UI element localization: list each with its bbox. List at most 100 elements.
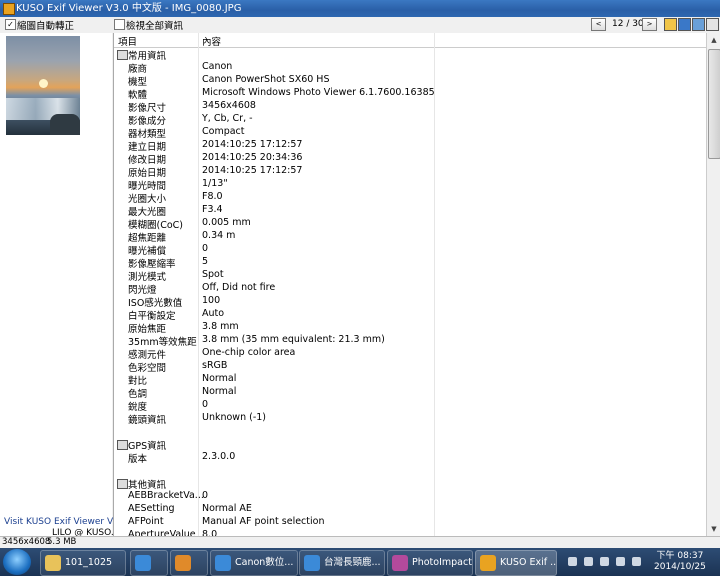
row-key: AFPoint <box>128 516 164 527</box>
thumbnail-panel: Visit KUSO Exif Viewer V3.0 LILO @ KUSO.… <box>0 33 127 538</box>
taskbar-media-pinned[interactable] <box>170 550 208 576</box>
table-row[interactable]: 最大光圈 F3.4 <box>114 204 707 218</box>
table-row[interactable]: 35mm等效焦距 3.8 mm (35 mm equivalent: 21.3 m… <box>114 334 707 348</box>
table-row[interactable]: 建立日期 2014:10:25 17:12:57 <box>114 139 707 153</box>
taskbar-item-folder[interactable]: 101_1025 <box>40 550 126 576</box>
table-row[interactable]: 修改日期 2014:10:25 20:34:36 <box>114 152 707 166</box>
table-row[interactable]: 白平衡設定 Auto <box>114 308 707 322</box>
network-icon[interactable] <box>600 557 609 566</box>
table-row[interactable]: 模糊圈(CoC) 0.005 mm <box>114 217 707 231</box>
taskbar-ie-pinned[interactable] <box>130 550 168 576</box>
scroll-down-icon[interactable]: ▼ <box>707 522 720 536</box>
start-button[interactable] <box>3 549 31 575</box>
table-row[interactable]: 機型 Canon PowerShot SX60 HS <box>114 74 707 88</box>
table-row[interactable]: 原始焦距 3.8 mm <box>114 321 707 335</box>
flag-icon[interactable] <box>584 557 593 566</box>
open-folder-icon[interactable] <box>664 18 677 31</box>
table-row[interactable]: 影像壓縮率 5 <box>114 256 707 270</box>
row-value: Canon <box>202 61 233 72</box>
volume-icon[interactable] <box>632 557 641 566</box>
taskbar-item-photoimpact[interactable]: PhotoImpact <box>387 550 473 576</box>
taskbar-item-ie-canon[interactable]: Canon數位... <box>210 550 298 576</box>
table-row[interactable]: 影像尺寸 3456x4608 <box>114 100 707 114</box>
scroll-up-icon[interactable]: ▲ <box>707 33 720 47</box>
row-key: 修改日期 <box>128 155 167 166</box>
row-key: 光圈大小 <box>128 194 167 205</box>
table-row[interactable]: 對比 Normal <box>114 373 707 387</box>
row-key: 建立日期 <box>128 142 167 153</box>
table-row[interactable]: 版本 2.3.0.0 <box>114 451 707 465</box>
taskbar-item-ie-giraffe[interactable]: 台灣長頸鹿... <box>299 550 385 576</box>
table-row[interactable]: 測光模式 Spot <box>114 269 707 283</box>
row-value: 8.0 <box>202 529 218 536</box>
row-value: 2014:10:25 20:34:36 <box>202 152 303 163</box>
row-value: 100 <box>202 295 221 306</box>
table-row[interactable]: 銳度 0 <box>114 399 707 413</box>
table-row[interactable]: 廠商 Canon <box>114 61 707 75</box>
table-row[interactable]: 軟體 Microsoft Windows Photo Viewer 6.1.760… <box>114 87 707 101</box>
row-key: 機型 <box>128 77 148 88</box>
row-key: 影像成分 <box>128 116 167 127</box>
table-row[interactable]: 鏡頭資訊 Unknown (-1) <box>114 412 707 426</box>
row-value: One-chip color area <box>202 347 296 358</box>
table-row[interactable]: 感測元件 One-chip color area <box>114 347 707 361</box>
row-key: 感測元件 <box>128 350 167 361</box>
scrollbar-thumb[interactable] <box>708 49 720 159</box>
table-row[interactable]: 閃光燈 Off, Did not fire <box>114 282 707 296</box>
next-button[interactable]: > <box>642 18 657 31</box>
row-value: sRGB <box>202 360 228 371</box>
display-icon[interactable] <box>616 557 625 566</box>
photo-thumbnail[interactable] <box>6 36 80 135</box>
table-row[interactable]: 曝光補償 0 <box>114 243 707 257</box>
save-icon[interactable] <box>678 18 691 31</box>
group-header[interactable]: 其他資訊 <box>114 477 707 491</box>
group-header[interactable]: 常用資訊 <box>114 48 707 62</box>
table-row[interactable]: ISO感光數值 100 <box>114 295 707 309</box>
disk-icon[interactable] <box>692 18 705 31</box>
auto-fix-label: 縮圖自動轉正 <box>17 21 75 32</box>
row-key: 最大光圈 <box>128 207 167 218</box>
table-row[interactable]: 影像成分 Y, Cb, Cr, - <box>114 113 707 127</box>
show-all-checkbox[interactable] <box>114 19 125 30</box>
column-header-item[interactable]: 項目 <box>118 34 137 48</box>
row-key: 影像壓縮率 <box>128 259 176 270</box>
visit-link[interactable]: Visit KUSO Exif Viewer V3.0 <box>4 517 127 527</box>
row-key: 對比 <box>128 376 148 387</box>
row-key: 廠商 <box>128 64 148 75</box>
row-key: 原始日期 <box>128 168 167 179</box>
table-row[interactable]: ApertureValue 8.0 <box>114 529 707 536</box>
column-header-content[interactable]: 內容 <box>202 34 221 48</box>
vertical-scrollbar[interactable]: ▲ ▼ <box>706 33 720 536</box>
taskbar: 101_1025 Canon數位... 台灣長頸鹿... PhotoImpact… <box>0 548 720 576</box>
row-key: 白平衡設定 <box>128 311 176 322</box>
table-row[interactable]: AESetting Normal AE <box>114 503 707 516</box>
table-row[interactable]: 器材類型 Compact <box>114 126 707 140</box>
clock[interactable]: 下午 08:37 2014/10/25 <box>654 551 706 573</box>
table-row[interactable]: 超焦距離 0.34 m <box>114 230 707 244</box>
row-value: 3.8 mm <box>202 321 239 332</box>
auto-fix-checkbox[interactable]: ✓ <box>5 19 16 30</box>
table-row[interactable]: 光圈大小 F8.0 <box>114 191 707 205</box>
row-key: 鏡頭資訊 <box>128 415 167 426</box>
row-value: 3.8 mm (35 mm equivalent: 21.3 mm) <box>202 334 385 345</box>
help-icon[interactable] <box>706 18 719 31</box>
title-bar[interactable]: KUSO Exif Viewer V3.0 中文版 - IMG_0080.JPG <box>0 0 720 17</box>
taskbar-item-kuso[interactable]: KUSO Exif ... <box>475 550 557 576</box>
row-value: F3.4 <box>202 204 223 215</box>
row-key: 曝光時間 <box>128 181 167 192</box>
keyboard-icon[interactable] <box>568 557 577 566</box>
show-all-label: 檢視全部資訊 <box>126 21 184 32</box>
table-row[interactable]: AFPoint Manual AF point selection <box>114 516 707 529</box>
table-row[interactable]: 原始日期 2014:10:25 17:12:57 <box>114 165 707 179</box>
group-header[interactable]: GPS資訊 <box>114 438 707 452</box>
row-value: Normal <box>202 373 237 384</box>
table-row[interactable]: 色調 Normal <box>114 386 707 400</box>
table-row[interactable]: 曝光時間 1/13" <box>114 178 707 192</box>
table-row[interactable]: 色彩空間 sRGB <box>114 360 707 374</box>
prev-button[interactable]: < <box>591 18 606 31</box>
group-title: 常用資訊 <box>128 51 167 62</box>
exif-list[interactable]: 項目 內容 常用資訊廠商 Canon 機型 Canon PowerShot SX60 … <box>113 33 707 536</box>
media-player-icon <box>175 554 191 571</box>
row-value: 3456x4608 <box>202 100 256 111</box>
table-row[interactable]: AEBBracketVa... 0 <box>114 490 707 503</box>
